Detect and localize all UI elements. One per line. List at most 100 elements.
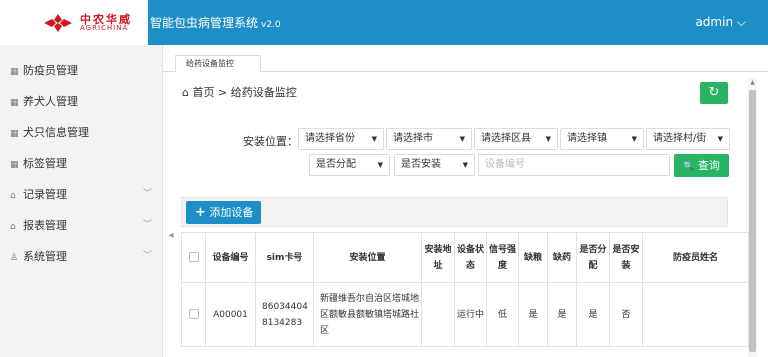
table-cell: 低: [486, 282, 519, 347]
scroll-up-arrow-icon[interactable]: ▲: [748, 78, 757, 88]
sidebar: ▦ 防疫员管理 ▦ 养犬人管理 ▦ 犬只信息管理 ▦ 标签管理 ⌂ 记录管理 ﹀ ⌂ 报表管…: [0, 45, 163, 357]
caret-down-icon: ▼: [462, 161, 468, 169]
table-row[interactable]: A00001 860344048134283 新疆维吾尔自治区塔城地区额敏县额敏…: [181, 282, 749, 347]
home-icon: ⌂: [10, 222, 16, 232]
column-header: sim卡号: [255, 232, 314, 283]
user-icon: ♙: [10, 253, 19, 263]
sidebar-item-reports[interactable]: ⌂ 报表管理 ﹀: [0, 210, 162, 241]
sidebar-item-epidemic-staff[interactable]: ▦ 防疫员管理: [0, 55, 162, 86]
caret-down-icon: ▼: [371, 135, 377, 143]
logo-english-text: AGRICHINA: [80, 24, 129, 32]
plus-icon: +: [195, 205, 206, 220]
app-version: v2.0: [261, 20, 281, 30]
tab-device-monitor[interactable]: 给药设备监控: [175, 55, 261, 73]
village-select-value: 请选择村/街: [653, 133, 707, 144]
sidebar-item-label: 报表管理: [23, 219, 67, 232]
collapse-sidebar-icon[interactable]: ◂: [166, 226, 176, 246]
caret-down-icon: ▼: [377, 161, 383, 169]
table-cell: 是: [518, 282, 548, 347]
table-cell: 860344048134283: [255, 282, 314, 347]
username: admin: [695, 15, 734, 29]
column-header: 缺药: [547, 232, 577, 283]
installed-select[interactable]: 是否安装 ▼: [394, 154, 475, 176]
search-icon: 🔍: [683, 162, 695, 172]
sidebar-item-tags[interactable]: ▦ 标签管理: [0, 148, 162, 179]
column-header: 是否安装: [609, 232, 643, 283]
sidebar-item-dog-owners[interactable]: ▦ 养犬人管理: [0, 86, 162, 117]
column-header: 信号强度: [486, 232, 519, 283]
search-button-label: 查询: [697, 159, 720, 172]
vertical-scrollbar[interactable]: ▲: [748, 78, 757, 357]
sidebar-item-label: 防疫员管理: [23, 64, 78, 77]
breadcrumb: ⌂ 首页 > 给药设备监控: [182, 84, 297, 100]
sidebar-item-system[interactable]: ♙ 系统管理 ﹀: [0, 241, 162, 272]
column-header: 是否分配: [576, 232, 610, 283]
home-icon: ⌂: [10, 191, 16, 201]
district-select-value: 请选择区县: [481, 133, 531, 144]
user-menu[interactable]: admin ⌵: [695, 15, 746, 30]
grid-icon: ▦: [10, 98, 19, 108]
sidebar-item-dog-info[interactable]: ▦ 犬只信息管理: [0, 117, 162, 148]
table-toolbar: [181, 197, 728, 227]
top-navbar: 中农华威 AGRICHINA 智能包虫病管理系统 v2.0 admin ⌵: [0, 0, 768, 45]
assigned-select-value: 是否分配: [316, 159, 356, 170]
district-select[interactable]: 请选择区县 ▼: [474, 128, 558, 150]
breadcrumb-separator: >: [217, 86, 228, 99]
city-select[interactable]: 请选择市 ▼: [386, 128, 472, 150]
column-header: 设备编号: [205, 232, 256, 283]
village-select[interactable]: 请选择村/街 ▼: [646, 128, 730, 150]
column-header: 安装地址: [421, 232, 455, 283]
caret-down-icon: ▼: [631, 135, 637, 143]
table-cell: 是: [547, 282, 577, 347]
sidebar-item-label: 养犬人管理: [23, 95, 78, 108]
chevron-down-icon: ﹀: [142, 251, 152, 261]
province-select-value: 请选择省份: [305, 133, 355, 144]
town-select[interactable]: 请选择镇 ▼: [560, 128, 644, 150]
tab-bar: 给药设备监控: [163, 45, 768, 73]
caret-down-icon: ▼: [545, 135, 551, 143]
device-table: 设备编号 sim卡号 安装位置 安装地址 设备状态 信号强度 缺粮 缺药 是否分…: [181, 232, 749, 347]
installed-select-value: 是否安装: [401, 159, 441, 170]
city-select-value: 请选择市: [393, 133, 433, 144]
app-title: 智能包虫病管理系统 v2.0: [150, 14, 281, 31]
select-all-checkbox[interactable]: [188, 252, 199, 262]
table-cell: A00001: [205, 282, 256, 347]
chevron-down-icon: ⌵: [736, 15, 746, 29]
caret-down-icon: ▼: [717, 135, 723, 143]
add-device-button[interactable]: + 添加设备: [186, 201, 261, 224]
grid-icon: ▦: [10, 129, 19, 139]
install-location-label: 安装位置：: [243, 135, 298, 148]
assigned-select[interactable]: 是否分配 ▼: [309, 154, 390, 176]
refresh-button[interactable]: ↻: [700, 82, 728, 104]
select-all-checkbox-cell[interactable]: [181, 232, 206, 283]
agrichina-logo-icon: [44, 14, 72, 32]
add-device-label: 添加设备: [209, 206, 254, 219]
sidebar-item-label: 标签管理: [23, 157, 67, 170]
scrollbar-thumb[interactable]: [749, 90, 756, 352]
province-select[interactable]: 请选择省份 ▼: [298, 128, 384, 150]
device-number-input[interactable]: 设备编号: [478, 154, 670, 176]
table-cell: [421, 282, 455, 347]
chevron-down-icon: ﹀: [142, 189, 152, 199]
sidebar-item-label: 犬只信息管理: [23, 126, 89, 139]
column-header: 安装位置: [313, 232, 422, 283]
sidebar-item-records[interactable]: ⌂ 记录管理 ﹀: [0, 179, 162, 210]
column-header: 防疫员姓名: [642, 232, 749, 283]
grid-icon: ▦: [10, 67, 19, 77]
search-button[interactable]: 🔍 查询: [674, 154, 729, 177]
breadcrumb-current: 给药设备监控: [230, 86, 297, 99]
breadcrumb-home[interactable]: 首页: [192, 86, 214, 99]
chevron-down-icon: ﹀: [142, 220, 152, 230]
row-checkbox[interactable]: [188, 309, 199, 319]
table-cell: 是: [576, 282, 610, 347]
refresh-icon: ↻: [708, 85, 720, 100]
town-select-value: 请选择镇: [567, 133, 607, 144]
table-cell: 运行中: [454, 282, 487, 347]
grid-icon: ▦: [10, 160, 19, 170]
home-icon: ⌂: [182, 86, 189, 99]
column-header: 缺粮: [518, 232, 548, 283]
column-header: 设备状态: [454, 232, 487, 283]
row-checkbox-cell[interactable]: [181, 282, 206, 347]
table-header-row: 设备编号 sim卡号 安装位置 安装地址 设备状态 信号强度 缺粮 缺药 是否分…: [181, 232, 749, 283]
logo-area: 中农华威 AGRICHINA: [0, 0, 148, 45]
